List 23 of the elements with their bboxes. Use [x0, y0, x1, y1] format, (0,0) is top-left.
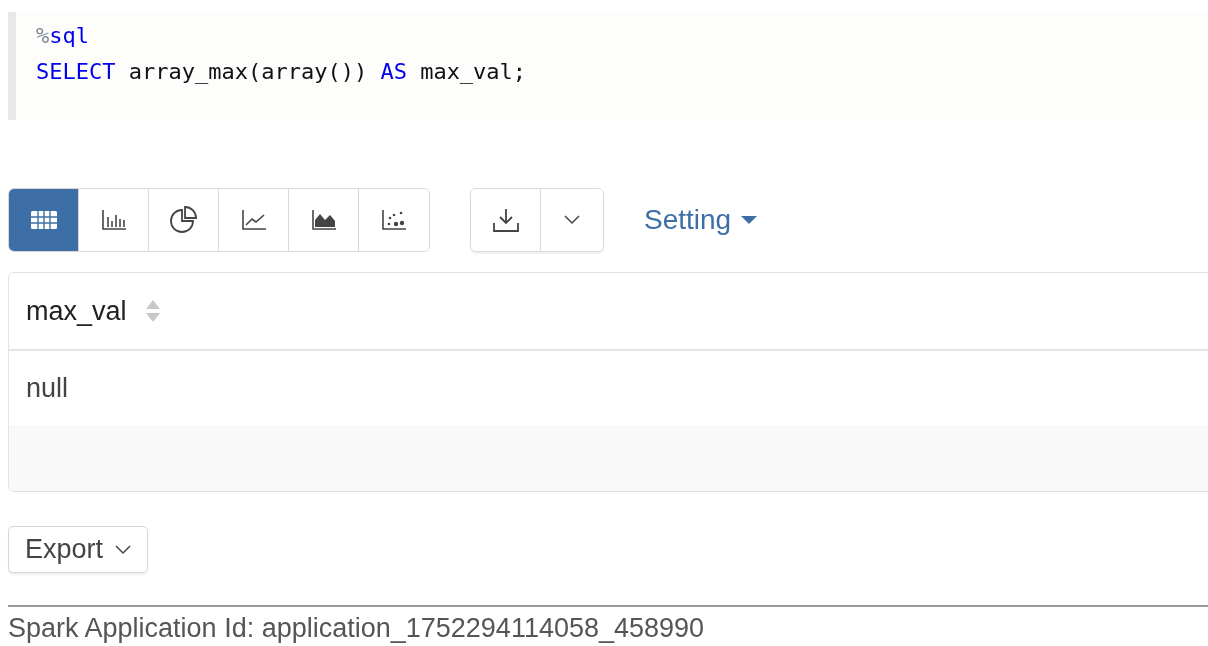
table-cell: null [26, 372, 69, 404]
code-token: AS [380, 59, 407, 84]
caret-icon [741, 215, 758, 225]
code-token: % [36, 23, 50, 48]
scatter-chart-icon [381, 209, 407, 231]
code-token: array_max(array()) [127, 59, 369, 84]
code-token: max_val; [419, 59, 527, 84]
setting-dropdown[interactable]: Setting [644, 204, 758, 236]
download-button[interactable] [471, 189, 541, 251]
area-chart-icon [310, 209, 337, 231]
bar-chart-icon [100, 209, 127, 231]
chevron-down-icon [564, 215, 580, 225]
footer-text: Spark Application Id: application_1752294114058_458990 [8, 613, 706, 644]
table-view-button[interactable] [9, 189, 79, 251]
column-header[interactable]: max_val [26, 295, 127, 327]
download-icon [491, 207, 520, 233]
pie-chart-icon [169, 206, 198, 234]
grid-icon [29, 210, 58, 230]
line-chart-icon [240, 209, 267, 231]
export-button[interactable]: Export [8, 526, 149, 573]
code-token: sql [49, 23, 89, 48]
code-token: SELECT [36, 59, 116, 84]
chevron-down-icon [115, 544, 132, 555]
